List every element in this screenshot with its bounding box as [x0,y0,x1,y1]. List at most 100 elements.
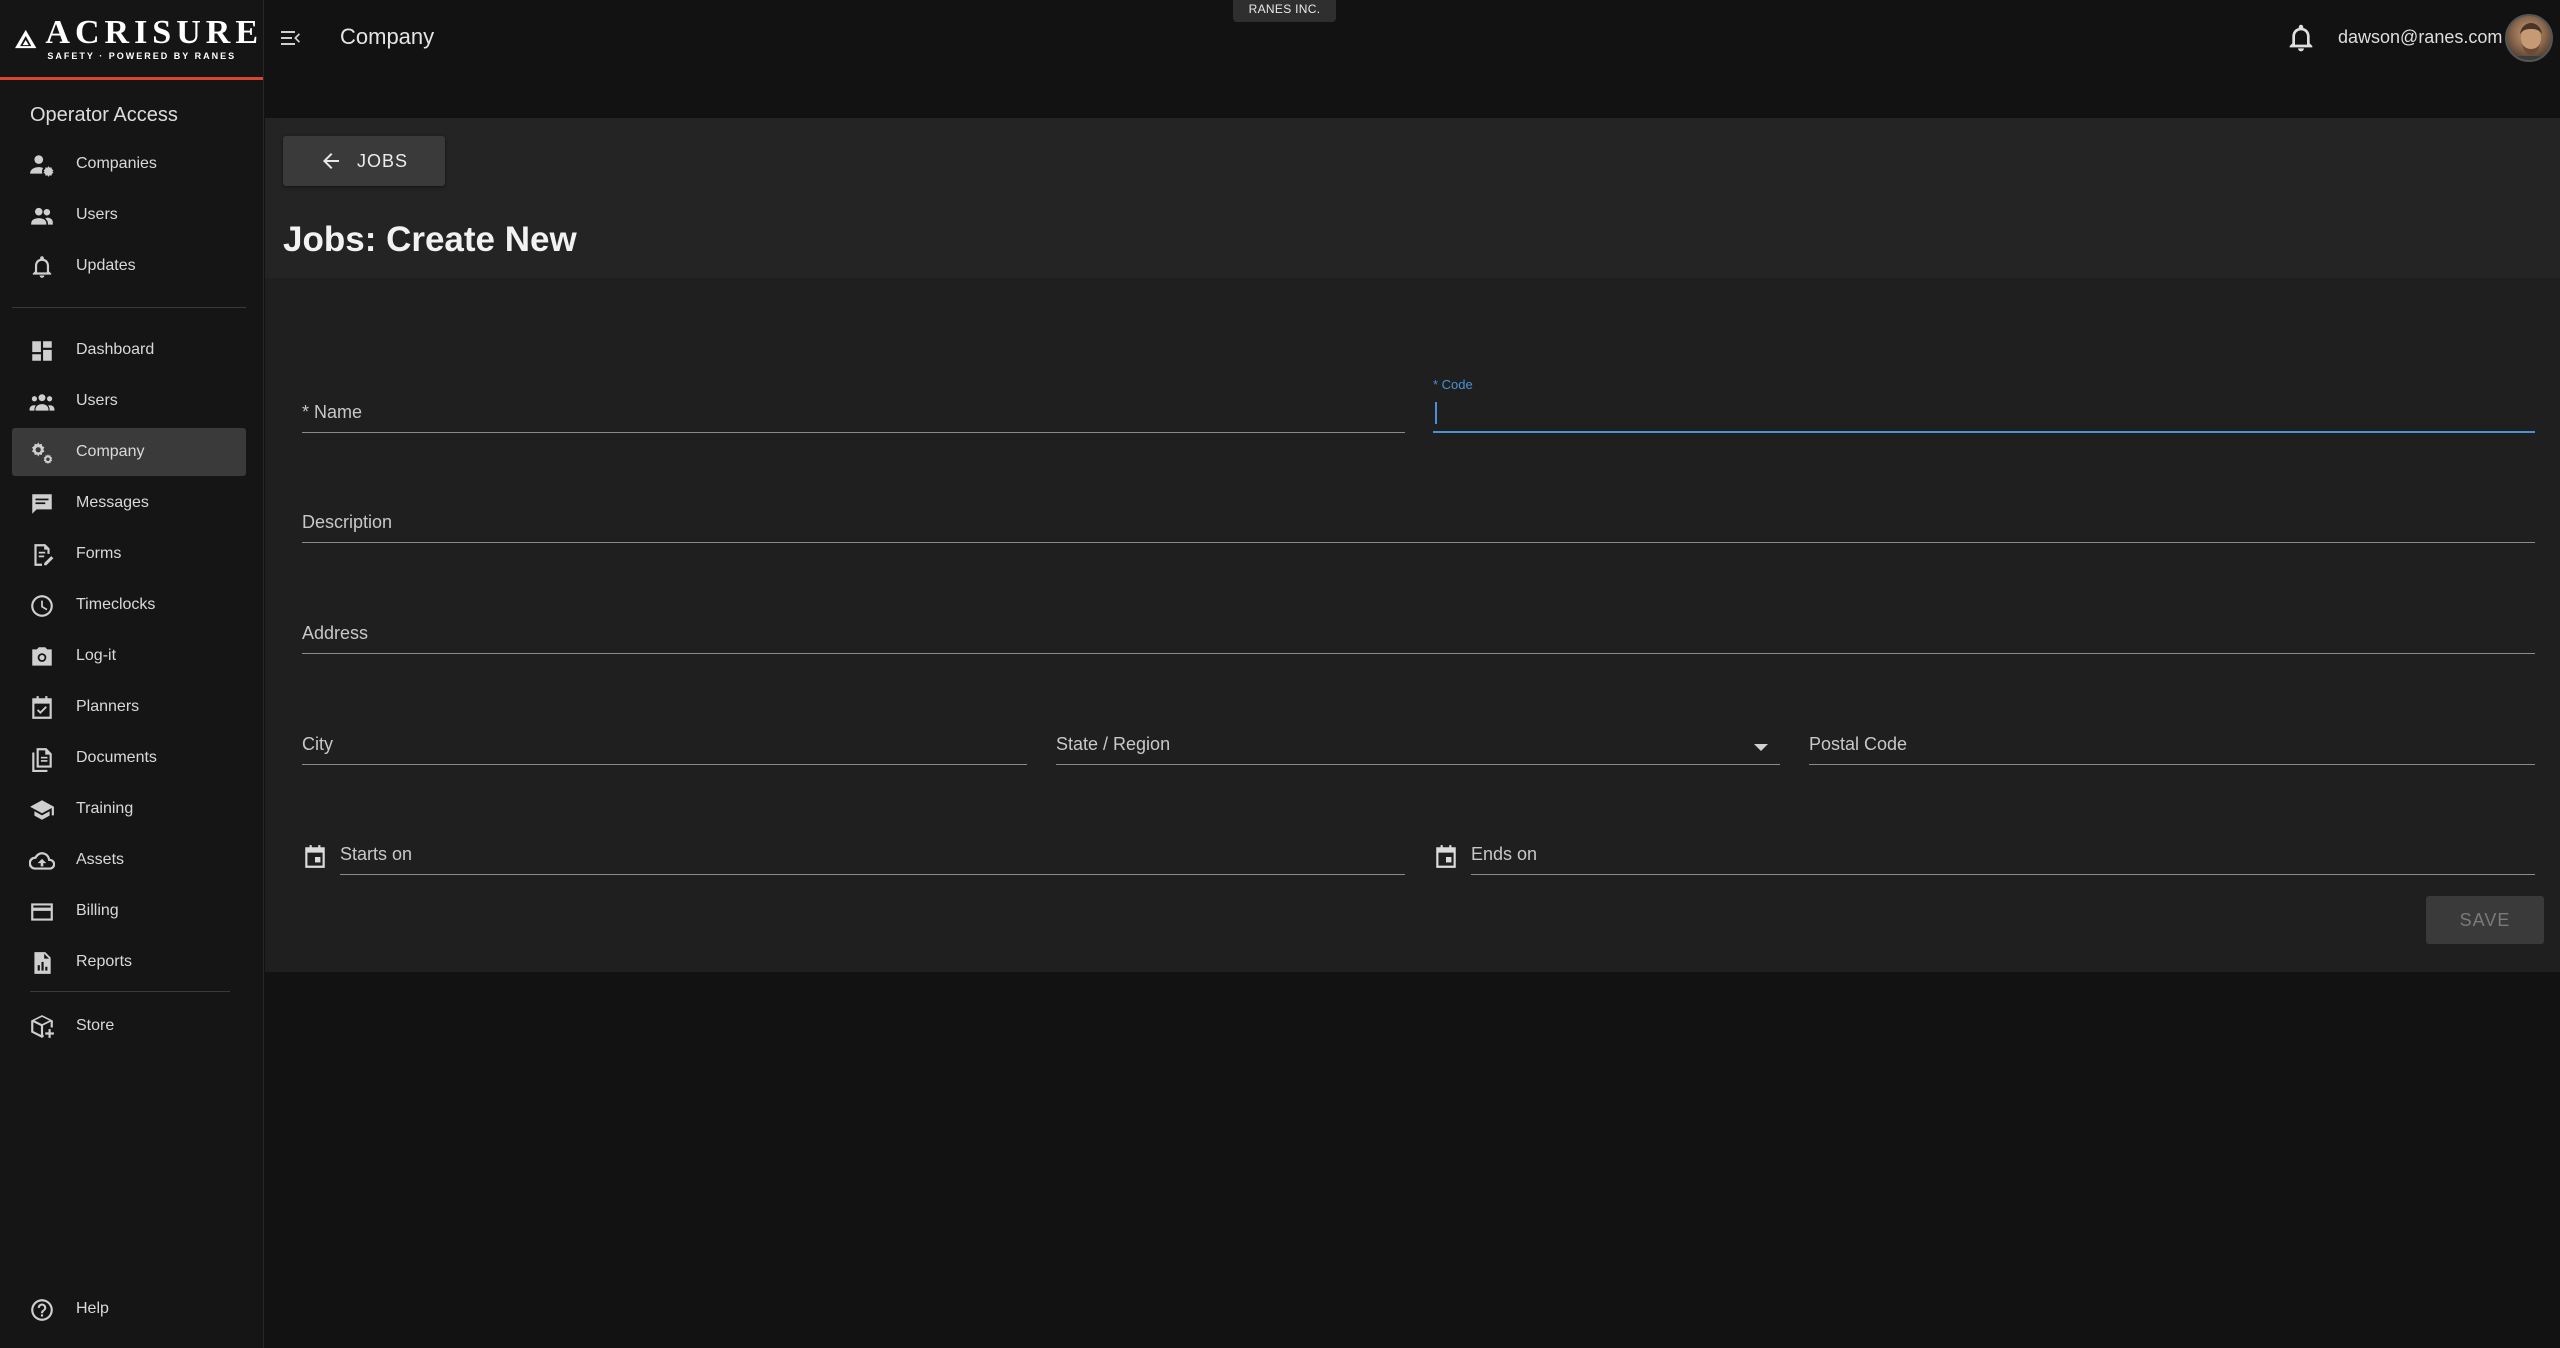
back-to-jobs-button[interactable]: JOBS [283,136,445,186]
sidebar-item-documents[interactable]: Documents [12,734,246,782]
group-icon [29,389,55,415]
box-add-icon [29,1014,55,1040]
sidebar-item-label: Billing [76,902,119,919]
description-field-label: Description [302,512,393,532]
menu-collapse-icon[interactable] [279,26,303,50]
state-region-select[interactable]: State / Region [1056,705,1780,765]
sidebar-item-operator-users[interactable]: Users [12,191,246,239]
sidebar-item-messages[interactable]: Messages [12,479,246,527]
sidebar-item-label: Reports [76,953,133,970]
avatar-face-icon [2515,23,2547,60]
starts-on-label: Starts on [340,844,413,864]
sidebar-item-training[interactable]: Training [12,785,246,833]
sidebar-item-timeclocks[interactable]: Timeclocks [12,581,246,629]
sidebar-item-label: Users [76,392,118,409]
logo-tagline: SAFETY · POWERED BY RANES [47,51,237,61]
sidebar-item-help[interactable]: Help [12,1285,246,1333]
address-field[interactable]: Address [302,594,2535,654]
user-email[interactable]: dawson@ranes.com [2338,27,2502,48]
page-title: Jobs: Create New [283,220,577,259]
sidebar-item-updates[interactable]: Updates [12,242,246,290]
sidebar-divider [12,307,246,308]
sidebar-divider [30,991,230,992]
gears-icon [29,440,55,466]
ends-on-label: Ends on [1471,844,1538,864]
sidebar-item-label: Training [76,800,134,817]
acrisure-logo-icon [15,29,37,48]
page-header: JOBS Jobs: Create New [265,118,2560,278]
postal-code-field[interactable]: Postal Code [1809,705,2535,765]
state-region-label: State / Region [1056,734,1171,754]
clock-icon [29,593,55,619]
postal-code-underline [1809,764,2535,765]
postal-code-label: Postal Code [1809,734,1908,754]
topbar: Company RANES INC. dawson@ranes.com [265,0,2560,118]
sidebar-item-label: Log-it [76,647,117,664]
app-root: ACRISURE SAFETY · POWERED BY RANES Opera… [0,0,2560,1348]
users-icon [29,203,55,229]
dashboard-icon [29,338,55,364]
tenant-badge: RANES INC. [1233,0,1336,22]
sidebar-item-store[interactable]: Store [12,1002,246,1050]
sidebar-item-label: Assets [76,851,125,868]
sidebar-item-companies[interactable]: Companies [12,140,246,188]
address-field-underline [302,653,2535,654]
sidebar-item-assets[interactable]: Assets [12,836,246,884]
arrow-left-icon [323,153,339,169]
sidebar-item-company[interactable]: Company [12,428,246,476]
sidebar-item-reports[interactable]: Reports [12,938,246,986]
sidebar-item-dashboard[interactable]: Dashboard [12,326,246,374]
name-field-label: * Name [302,402,363,422]
back-button-label: JOBS [357,150,409,171]
message-icon [29,491,55,517]
sidebar-item-users[interactable]: Users [12,377,246,425]
sidebar-item-planners[interactable]: Planners [12,683,246,731]
calendar-icon[interactable] [302,844,328,870]
name-field[interactable]: * Name [302,373,1405,433]
report-icon [29,950,55,976]
form-edit-icon [29,542,55,568]
sidebar-item-label: Updates [76,257,136,274]
sidebar-item-label: Timeclocks [76,596,156,613]
user-gear-icon [29,152,55,178]
credit-card-icon [29,899,55,925]
save-button[interactable]: SAVE [2426,896,2544,944]
documents-icon [29,746,55,772]
operator-access-title: Operator Access [30,104,178,126]
sidebar-item-label: Users [76,206,118,223]
code-field-underline [1433,431,2535,433]
logo[interactable]: ACRISURE SAFETY · POWERED BY RANES [0,0,263,80]
bell-icon [29,254,55,280]
main-content: JOBS Jobs: Create New * Name * Code Desc… [265,118,2560,972]
help-icon [29,1297,55,1323]
sidebar-item-logit[interactable]: Log-it [12,632,246,680]
address-field-label: Address [302,623,369,643]
sidebar-item-forms[interactable]: Forms [12,530,246,578]
state-region-underline [1056,764,1780,765]
starts-on-underline [340,874,1405,875]
description-field[interactable]: Description [302,483,2535,543]
sidebar-item-label: Companies [76,155,157,172]
city-field-underline [302,764,1027,765]
calendar-icon[interactable] [1433,844,1459,870]
graduation-cap-icon [29,797,55,823]
camera-icon [29,644,55,670]
sidebar-item-label: Company [76,443,145,460]
dropdown-arrow-icon[interactable] [1754,744,1768,751]
logo-text: ACRISURE SAFETY · POWERED BY RANES [45,16,263,62]
avatar[interactable] [2505,14,2553,62]
section-title: Company [340,24,435,49]
sidebar-item-label: Help [76,1300,109,1317]
sidebar-item-label: Dashboard [76,341,155,358]
sidebar-item-billing[interactable]: Billing [12,887,246,935]
ends-on-field[interactable]: Ends on [1436,815,2535,875]
starts-on-field[interactable]: Starts on [305,815,1405,875]
city-field[interactable]: City [302,705,1027,765]
code-field[interactable]: * Code [1433,373,2535,433]
cloud-icon [28,848,56,874]
city-field-label: City [302,734,333,754]
sidebar-item-label: Planners [76,698,140,715]
ends-on-underline [1471,874,2535,875]
notifications-bell-icon[interactable] [2285,22,2317,54]
sidebar-item-label: Messages [76,494,149,511]
